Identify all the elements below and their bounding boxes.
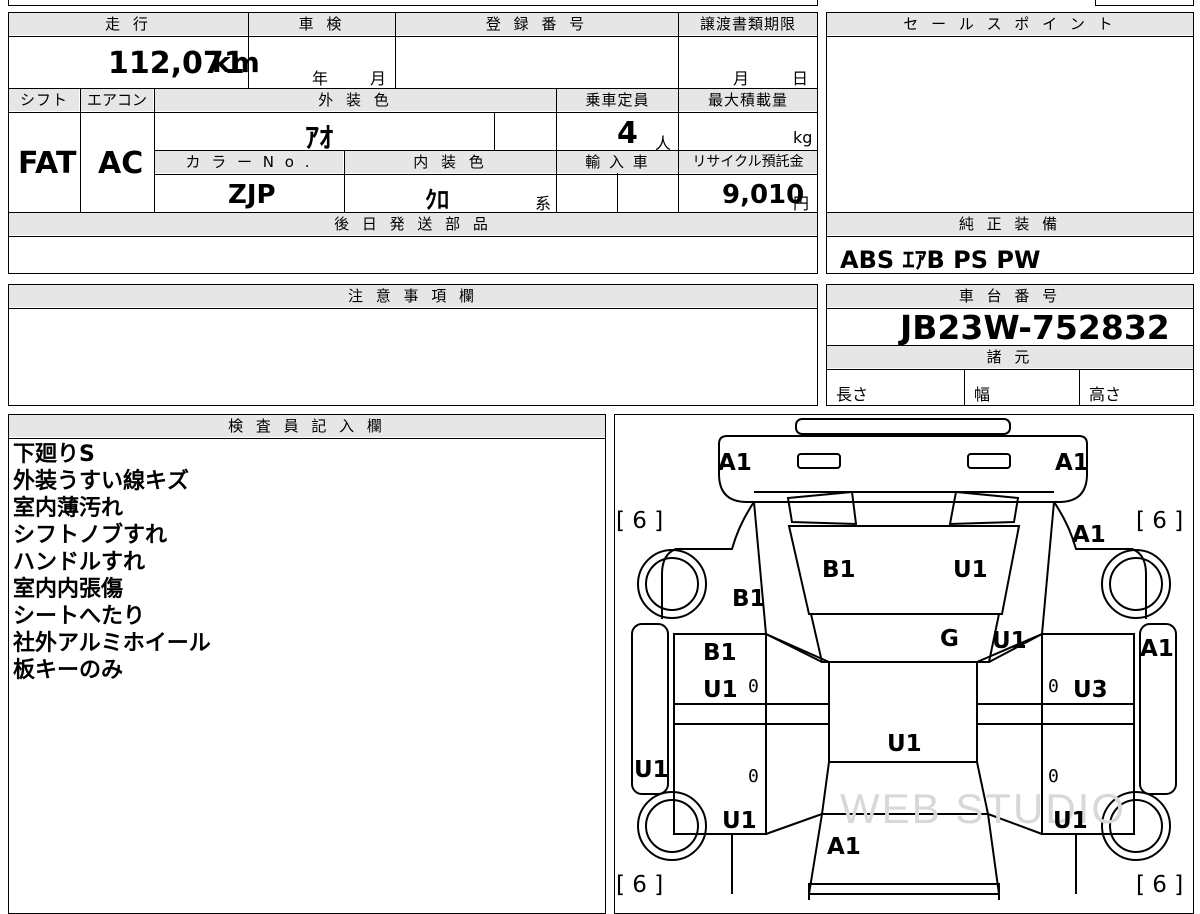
damage-mark: A1 [827, 834, 861, 860]
recycle-fee-header: リサイクル預託金 [679, 151, 817, 173]
mileage-header: 走 行 [9, 13, 248, 35]
inspector-note: 室内薄汚れ [13, 496, 124, 521]
damage-mark: A1 [1072, 522, 1106, 548]
chassis-header: 車 台 番 号 [827, 285, 1193, 307]
aircon-value: AC [98, 146, 144, 181]
damage-mark: B1 [703, 640, 737, 666]
tire-front-left: [ 6 ] [616, 508, 664, 534]
tire-front-right: [ 6 ] [1136, 508, 1184, 534]
capacity-header: 乗車定員 [557, 89, 678, 111]
inspection-header: 車 検 [249, 13, 395, 35]
damage-mark: U3 [1073, 677, 1108, 703]
interior-color-header: 内 装 色 [345, 151, 556, 173]
inspector-note: シフトノブすれ [13, 523, 168, 548]
transfer-month: 月 [733, 69, 750, 88]
zero-mark: 0 [1048, 676, 1059, 697]
damage-mark: A1 [718, 450, 752, 476]
damage-mark: A1 [1055, 450, 1089, 476]
standard-equipment-header: 純 正 装 備 [827, 213, 1193, 235]
inspector-note: 室内内張傷 [13, 577, 124, 602]
length-label: 長さ [836, 385, 869, 404]
recycle-fee-unit: 円 [793, 194, 810, 213]
inspector-note: 社外アルミホイール [13, 631, 211, 656]
chassis-value: JB23W-752832 [900, 308, 1170, 347]
damage-mark: U1 [703, 677, 738, 703]
transfer-deadline-header: 譲渡書類期限 [679, 13, 817, 35]
later-parts-header: 後 日 発 送 部 品 [9, 213, 817, 235]
zero-mark: 0 [748, 676, 759, 697]
top-right-strip [1095, 0, 1194, 6]
inspector-note: シートへたり [13, 604, 146, 629]
inspection-year: 年 [312, 69, 329, 88]
standard-equipment-value: ABS ｴｱB PS PW [840, 246, 1041, 274]
shift-value: FAT [18, 146, 77, 181]
mileage-unit: km [212, 46, 260, 79]
import-header: 輸 入 車 [557, 151, 678, 173]
transfer-day: 日 [792, 69, 809, 88]
inspector-note: 外装うすい線キズ [13, 469, 190, 494]
registration-header: 登 録 番 号 [396, 13, 678, 35]
notes-header: 注 意 事 項 欄 [9, 285, 817, 307]
interior-suffix: 系 [535, 194, 552, 213]
sales-point-header: セ ー ル ス ポ イ ン ト [827, 13, 1193, 35]
inspector-header: 検 査 員 記 入 欄 [9, 415, 605, 437]
zero-mark: 0 [748, 766, 759, 787]
inspector-note: ハンドルすれ [13, 550, 146, 575]
tire-rear-right: [ 6 ] [1136, 872, 1184, 898]
inspector-notes-list: 下廻りS 外装うすい線キズ 室内薄汚れ シフトノブすれ ハンドルすれ 室内内張傷… [13, 441, 211, 684]
color-no-value: ZJP [228, 180, 276, 210]
aircon-header: エアコン [81, 89, 153, 111]
recycle-fee-value: 9,010 [722, 180, 805, 210]
damage-mark: U1 [992, 628, 1027, 654]
tire-rear-left: [ 6 ] [616, 872, 664, 898]
top-strip [8, 0, 818, 6]
damage-mark: U1 [634, 757, 669, 783]
damage-mark: U1 [953, 557, 988, 583]
damage-mark: B1 [732, 586, 766, 612]
damage-mark: U1 [887, 731, 922, 757]
height-label: 高さ [1089, 385, 1122, 404]
damage-mark: U1 [722, 808, 757, 834]
shift-header: シフト [9, 89, 79, 111]
zero-mark: 0 [1048, 766, 1059, 787]
max-load-header: 最大積載量 [679, 89, 817, 111]
damage-mark: A1 [1140, 636, 1174, 662]
width-label: 幅 [974, 385, 991, 404]
inspector-note: 板キーのみ [13, 658, 124, 683]
damage-mark: G [940, 626, 959, 652]
damage-mark: U1 [1053, 808, 1088, 834]
specs-header: 諸 元 [827, 346, 1193, 368]
max-load-unit: kg [793, 128, 813, 147]
color-no-header: カ ラ ー N o . [155, 151, 343, 173]
capacity-value: 4 [617, 116, 638, 151]
interior-color-value: ｸﾛ [425, 186, 449, 214]
exterior-color-header: 外 装 色 [155, 89, 556, 111]
inspection-month: 月 [370, 69, 387, 88]
inspector-note: 下廻りS [13, 442, 95, 467]
damage-mark: B1 [822, 557, 856, 583]
